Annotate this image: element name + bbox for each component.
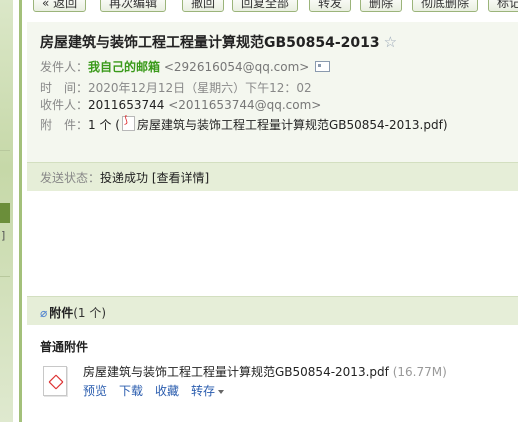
- paperclip-icon: ⌀: [40, 306, 48, 320]
- back-button[interactable]: « 返回: [33, 0, 87, 12]
- mail-header: 房屋建筑与装饰工程工程量计算规范GB50854-2013 ☆ 发件人：我自己的邮箱…: [27, 22, 518, 191]
- edit-again-button[interactable]: 再次编辑: [100, 0, 167, 12]
- delete-permanent-button[interactable]: 彻底删除: [412, 0, 479, 12]
- contact-card-icon[interactable]: [315, 61, 331, 72]
- sender-label: 发件人：: [40, 60, 89, 74]
- pdf-file-icon: [121, 115, 135, 131]
- mail-read-pane: « 返回 再次编辑 撤回 回复全部 转发 删除 彻底删除 标记 房屋建筑与装饰工…: [27, 0, 518, 422]
- sender-address: <292616054@qq.com>: [163, 60, 310, 74]
- sender-name[interactable]: 我自己的邮箱: [88, 60, 160, 74]
- sidebar-divider: [0, 150, 10, 151]
- attachment-count: 1 个 (: [88, 118, 120, 132]
- mail-subject: 房屋建筑与装饰工程工程量计算规范GB50854-2013 ☆: [40, 32, 397, 52]
- sidebar-divider: [0, 276, 10, 277]
- download-link[interactable]: 下载: [119, 384, 143, 398]
- time-label: 时 间：: [40, 81, 89, 95]
- recipient-address: <2011653744@qq.com>: [168, 98, 322, 112]
- time-value: 2020年12月12日（星期六）下午12：02: [88, 81, 312, 95]
- preview-link[interactable]: 预览: [83, 384, 107, 398]
- attachment-file-entry: 房屋建筑与装饰工程工程量计算规范GB50854-2013.pdf (16.77M…: [83, 363, 447, 380]
- normal-attachments-label: 普通附件: [40, 340, 89, 354]
- send-status-row: 发送状态：投递成功 [查看详情]: [40, 169, 209, 186]
- favorite-link[interactable]: 收藏: [155, 384, 179, 398]
- save-to-dropdown[interactable]: 转存: [191, 384, 225, 398]
- attachment-file-name: 房屋建筑与装饰工程工程量计算规范GB50854-2013.pdf: [83, 365, 389, 379]
- recipient-label: 收件人：: [40, 98, 89, 112]
- attachment-label: 附 件：: [40, 118, 89, 132]
- recall-button[interactable]: 撤回: [182, 0, 225, 12]
- attachment-file-link[interactable]: 房屋建筑与装饰工程工程量计算规范GB50854-2013.pdf: [137, 118, 443, 132]
- recipient-name[interactable]: 2011653744: [88, 98, 164, 112]
- recipient-row: 收件人：2011653744 <2011653744@qq.com>: [40, 96, 321, 113]
- reply-all-button[interactable]: 回复全部: [232, 0, 299, 12]
- attachment-actions: 预览 下载 收藏 转存: [83, 382, 236, 399]
- send-status-bar: 发送状态：投递成功 [查看详情]: [27, 162, 518, 191]
- pdf-file-icon[interactable]: [43, 366, 67, 396]
- forward-button[interactable]: 转发: [309, 0, 352, 12]
- chevron-down-icon: [218, 390, 225, 394]
- attachments-header: ⌀ 附件(1 个): [27, 296, 518, 325]
- delete-button[interactable]: 删除: [360, 0, 403, 12]
- sidebar-bracket-icon: ]: [1, 229, 6, 242]
- attachment-close-paren: ): [442, 118, 448, 132]
- attachments-heading: 附件: [49, 306, 74, 320]
- status-value: 投递成功: [100, 171, 149, 185]
- sidebar-active-marker[interactable]: [0, 203, 10, 223]
- mail-toolbar: « 返回 再次编辑 撤回 回复全部 转发 删除 彻底删除 标记: [27, 0, 518, 12]
- status-detail-link[interactable]: [查看详情]: [152, 171, 209, 185]
- subject-text: 房屋建筑与装饰工程工程量计算规范GB50854-2013: [40, 35, 380, 51]
- status-label: 发送状态：: [40, 171, 101, 185]
- left-sidebar-strip: ]: [0, 0, 13, 422]
- save-to-label: 转存: [191, 384, 216, 398]
- attachment-file-size: (16.77M): [392, 365, 447, 379]
- attachment-row: 附 件：1 个 ( 房屋建筑与装饰工程工程量计算规范GB50854-2013.pd…: [40, 115, 448, 133]
- attachments-count: (1 个): [73, 306, 107, 320]
- time-row: 时 间：2020年12月12日（星期六）下午12：02: [40, 79, 312, 96]
- sender-row: 发件人：我自己的邮箱 <292616054@qq.com>: [40, 58, 331, 75]
- mark-button[interactable]: 标记: [488, 0, 518, 12]
- attachments-title: ⌀ 附件(1 个): [40, 304, 106, 321]
- column-border: [19, 0, 22, 422]
- star-icon[interactable]: ☆: [384, 33, 397, 51]
